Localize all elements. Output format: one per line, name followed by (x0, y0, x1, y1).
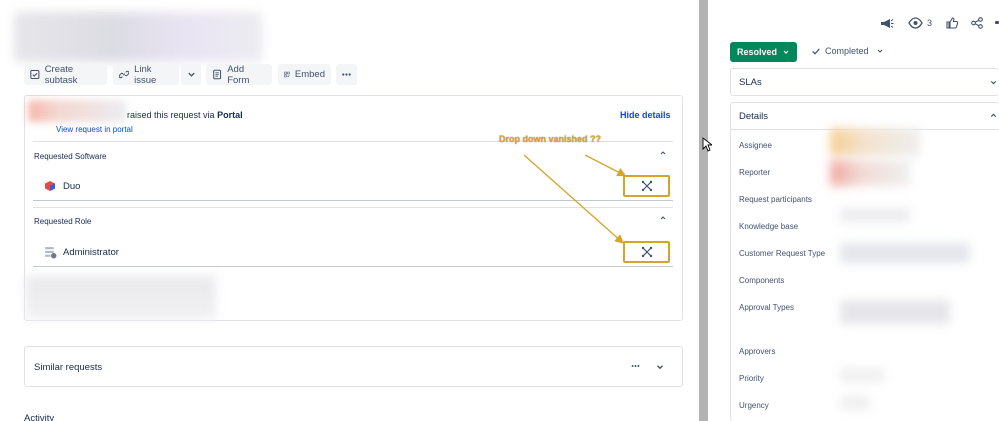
detail-label-approval-types: Approval Types (739, 303, 794, 312)
approval-types-value-redacted (840, 300, 950, 324)
watchers-button[interactable]: 3 (908, 17, 932, 29)
feedback-megaphone-icon[interactable] (880, 17, 894, 32)
request-type-value-redacted (840, 243, 970, 263)
urgency-value-redacted (840, 396, 870, 410)
similar-requests-title: Similar requests (34, 362, 103, 373)
details-title: Details (739, 111, 769, 122)
chevron-down-icon (877, 49, 882, 53)
detail-label-priority: Priority (739, 374, 764, 383)
details-header[interactable] (730, 102, 999, 130)
main-scrollbar[interactable] (699, 0, 708, 421)
resolution-label: Completed (825, 46, 869, 56)
watch-count: 3 (927, 18, 933, 28)
knowledge-base-value-redacted (840, 208, 910, 222)
redacted-content (26, 276, 216, 320)
reporter-value-redacted (830, 160, 910, 186)
activity-title: Activity (24, 413, 55, 421)
detail-label-assignee: Assignee (739, 141, 772, 150)
detail-label-customer-request-type: Customer Request Type (739, 249, 826, 258)
detail-label-urgency: Urgency (739, 401, 769, 410)
slas-title: SLAs (739, 77, 762, 88)
share-icon[interactable] (971, 17, 983, 31)
status-label: Resolved (736, 47, 778, 57)
similar-requests-card[interactable] (24, 346, 683, 387)
resolution-dropdown[interactable]: Completed (811, 46, 884, 56)
assignee-value-redacted (830, 128, 920, 156)
detail-label-approvers: Approvers (739, 347, 776, 356)
eye-icon (908, 17, 923, 29)
detail-label-knowledge-base: Knowledge base (739, 222, 799, 231)
more-icon-partial[interactable] (995, 21, 999, 24)
detail-label-reporter: Reporter (739, 168, 771, 177)
chevron-down-icon (783, 50, 789, 54)
similar-expand-chevron-icon[interactable] (655, 362, 665, 374)
detail-label-components: Components (739, 276, 785, 285)
slas-panel[interactable] (730, 68, 999, 96)
status-resolved-button[interactable]: Resolved (730, 42, 797, 62)
like-icon[interactable] (946, 17, 959, 31)
slas-chevron-icon[interactable] (989, 78, 998, 89)
priority-value-redacted (840, 368, 885, 382)
mouse-cursor-icon (702, 137, 712, 152)
similar-more-icon[interactable] (629, 361, 642, 373)
details-collapse-icon[interactable] (989, 111, 998, 122)
detail-label-request-participants: Request participants (739, 195, 812, 204)
check-icon (812, 48, 820, 55)
